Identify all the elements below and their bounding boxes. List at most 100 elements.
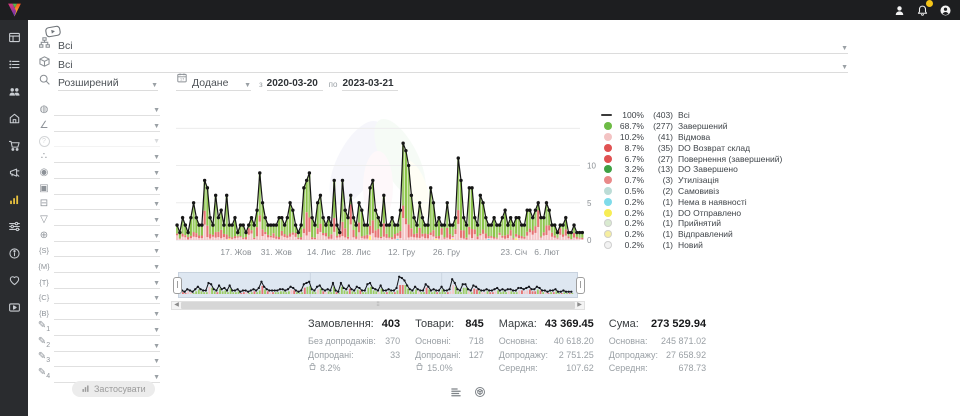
filter-row-package[interactable]: ▣▼ xyxy=(34,180,160,195)
list-view-icon[interactable] xyxy=(450,385,462,403)
chart-scrollbar[interactable]: ◀ ⁞⁞ ▶ xyxy=(171,301,585,310)
stat-sub-value: 107.62 xyxy=(566,362,594,376)
rail-item-video-icon[interactable] xyxy=(0,296,28,323)
filter-row-hierarchy[interactable]: ∴▼ xyxy=(34,148,160,163)
filter-row-cash[interactable]: ⊟▼ xyxy=(34,195,160,210)
stat-sub-value: 678.73 xyxy=(679,362,707,376)
stat-column: Замовлення:403Без допродажів:370Допродан… xyxy=(308,318,400,376)
legend-item[interactable]: 68.7%(277)Завершений xyxy=(604,121,779,132)
notification-badge xyxy=(926,0,933,7)
legend-item[interactable]: 6.7%(27)Повернення (завершений) xyxy=(604,153,779,164)
stat-sub-value: 245 871.02 xyxy=(661,335,706,349)
stat-sub-label: Без допродажів: xyxy=(308,335,376,349)
stat-sub-value: 370 xyxy=(385,335,400,349)
stat-sub-value: 40 618.20 xyxy=(554,335,594,349)
legend-swatch xyxy=(604,198,612,206)
legend-item[interactable]: 0.5%(2)Самовивіз xyxy=(604,186,779,197)
help-icon: ? xyxy=(34,135,54,147)
date-from-label: з xyxy=(259,80,263,91)
filter-row-custom-field-icon-3[interactable]: ✎3▼ xyxy=(34,352,160,367)
store-icon xyxy=(8,112,21,130)
filter-row-custom-field-icon-1[interactable]: ✎1▼ xyxy=(34,321,160,336)
minimap-left-handle[interactable] xyxy=(173,277,182,294)
user-icon[interactable] xyxy=(892,3,906,17)
rail-item-statistics-icon[interactable] xyxy=(0,188,28,215)
brand-v-icon[interactable] xyxy=(0,0,28,20)
chevron-down-icon: ▼ xyxy=(153,295,160,302)
scroll-right-icon[interactable]: ▶ xyxy=(575,302,584,309)
status-filter-select[interactable]: Всі ▼ xyxy=(38,40,848,54)
stat-column: Сума:273 529.94Основна:245 871.02Допрода… xyxy=(609,318,706,376)
filter-row-globe[interactable]: ◍▼ xyxy=(34,101,160,116)
package-view-icon[interactable] xyxy=(474,385,486,403)
minimap-right-handle[interactable] xyxy=(576,277,585,294)
view-toggles xyxy=(450,385,486,403)
legend-count: (27) xyxy=(644,154,673,164)
legend-item[interactable]: 100%(403)Всі xyxy=(604,110,779,121)
scrollbar-thumb[interactable]: ⁞⁞ xyxy=(181,302,575,309)
svg-text:26. Гру: 26. Гру xyxy=(433,247,461,257)
legend-item[interactable]: 0.2%(1)Новий xyxy=(604,240,779,251)
scroll-left-icon[interactable]: ◀ xyxy=(172,302,181,309)
filter-row-fingerprint[interactable]: ◉▼ xyxy=(34,164,160,179)
legend-count: (41) xyxy=(644,132,673,142)
rail-item-store-icon[interactable] xyxy=(0,107,28,134)
legend-item[interactable]: 10.2%(41)Відмова xyxy=(604,132,779,143)
filter-row-tag-s[interactable]: {S}▼ xyxy=(34,242,160,257)
filter-row-tag-b[interactable]: {В}▼ xyxy=(34,305,160,320)
avatar-icon[interactable] xyxy=(938,3,952,17)
apply-button[interactable]: Застосувати xyxy=(72,381,155,397)
stat-sub-value: 127 xyxy=(469,349,484,363)
search-row: Розширений ▼ 17 Додане ▼ з 2020-03-20 по… xyxy=(38,76,438,91)
legend-item[interactable]: 0.2%(1)Прийнятий xyxy=(604,218,779,229)
stat-sub-label: Допродажу: xyxy=(609,349,658,363)
rail-item-customers-icon[interactable] xyxy=(0,80,28,107)
stat-sub-label: Середня: xyxy=(609,362,648,376)
legend-label: Відмова xyxy=(678,132,710,142)
search-mode-select[interactable]: Розширений ▼ xyxy=(58,77,158,91)
chevron-down-icon: ▼ xyxy=(841,64,848,71)
rail-item-loyalty-icon[interactable] xyxy=(0,269,28,296)
date-to-input[interactable]: 2023-03-21 xyxy=(342,78,398,91)
filter-row-trend[interactable]: ∠▼ xyxy=(34,117,160,132)
legend-percent: 0.2% xyxy=(616,208,644,218)
globe-icon: ◍ xyxy=(34,104,54,116)
legend-item[interactable]: 0.2%(1)Відправлений xyxy=(604,229,779,240)
date-field-select[interactable]: 17 Додане ▼ xyxy=(176,71,251,91)
bell-icon[interactable] xyxy=(915,3,929,17)
legend-item[interactable]: 0.2%(1)Нема в наявності xyxy=(604,196,779,207)
filter-row-tag-t[interactable]: {T}▼ xyxy=(34,274,160,289)
filter-row-globe-grid[interactable]: ⊕▼ xyxy=(34,227,160,242)
orders-chart[interactable]: 051017. Жов31. Жов14. Лис28. Лис12. Гру2… xyxy=(172,103,604,265)
legend-item[interactable]: 8.7%(35)DO Возврат склад xyxy=(604,142,779,153)
legend-item[interactable]: 3.2%(13)DO Завершено xyxy=(604,164,779,175)
filter-row-tag-c[interactable]: {С}▼ xyxy=(34,289,160,304)
hierarchy-icon: ∴ xyxy=(34,151,54,163)
rail-item-marketing-icon[interactable] xyxy=(0,161,28,188)
rail-item-settings-sliders-icon[interactable] xyxy=(0,215,28,242)
rail-item-orders-icon[interactable] xyxy=(0,53,28,80)
legend-percent: 0.2% xyxy=(616,240,644,250)
filter-row-tag-m[interactable]: {M}▼ xyxy=(34,258,160,273)
svg-text:31. Жов: 31. Жов xyxy=(261,247,293,257)
product-box-icon xyxy=(38,55,58,73)
globe-grid-icon: ⊕ xyxy=(34,230,54,242)
rail-item-info-icon[interactable] xyxy=(0,242,28,269)
tag-m-icon: {M} xyxy=(34,261,54,273)
stat-column: Товари:845Основні:718Допродані:12715.0% xyxy=(415,318,484,376)
filter-row-help[interactable]: ?▼ xyxy=(34,132,160,147)
rail-item-cart-icon[interactable] xyxy=(0,134,28,161)
svg-text:5: 5 xyxy=(587,199,592,208)
rail-item-dashboard-icon[interactable] xyxy=(0,26,28,53)
legend-item[interactable]: 0.7%(3)Утилізація xyxy=(604,175,779,186)
stat-sub-label: Основні: xyxy=(415,335,451,349)
statistics-icon xyxy=(8,193,21,211)
chevron-down-icon: ▼ xyxy=(153,311,160,318)
date-from-input[interactable]: 2020-03-20 xyxy=(267,78,323,91)
filter-row-funnel[interactable]: ▽▼ xyxy=(34,211,160,226)
legend-percent: 100% xyxy=(616,110,644,120)
product-filter-select[interactable]: Всі ▼ xyxy=(38,59,848,73)
filter-row-custom-field-icon-2[interactable]: ✎2▼ xyxy=(34,337,160,352)
legend-item[interactable]: 0.2%(1)DO Отправлено xyxy=(604,207,779,218)
chart-minimap[interactable] xyxy=(178,272,578,298)
